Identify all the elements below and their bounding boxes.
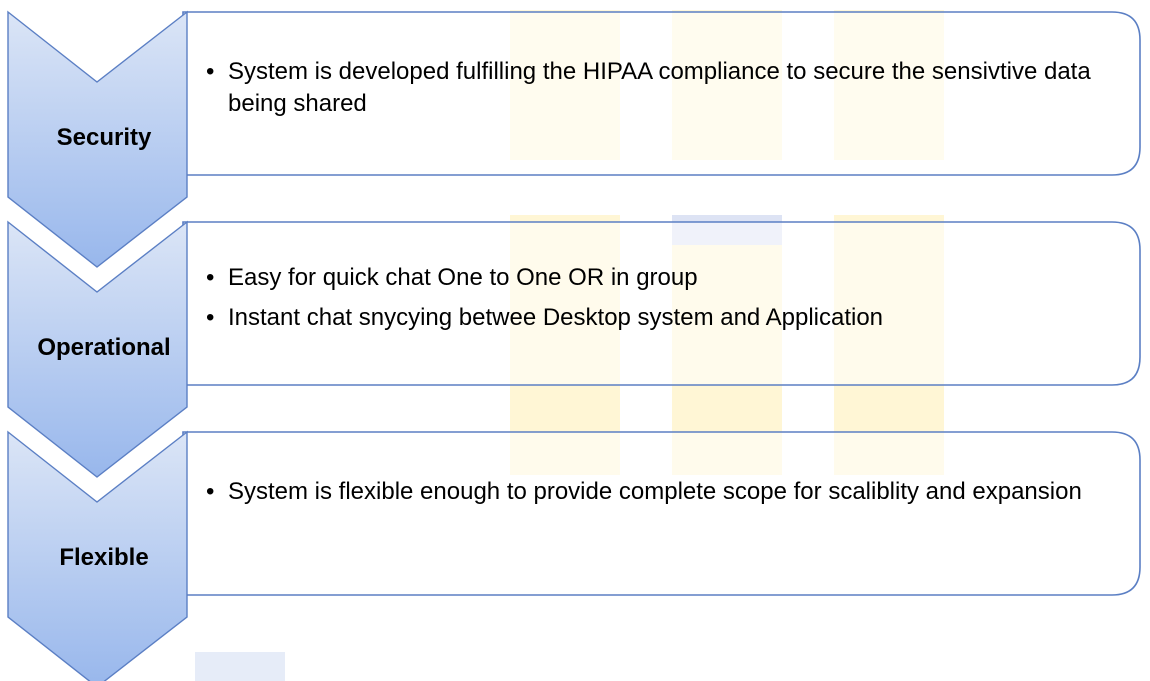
step-description: System is flexible enough to provide com… <box>205 476 1135 516</box>
step-description: System is developed fulfilling the HIPAA… <box>205 56 1135 128</box>
bullet-item: System is flexible enough to provide com… <box>205 476 1135 508</box>
process-diagram: Security System is developed fulfilling t… <box>0 0 1150 681</box>
step-label: Flexible <box>59 544 149 571</box>
step-label: Operational <box>37 334 171 361</box>
step-description: Easy for quick chat One to One OR in gro… <box>205 262 1135 342</box>
bullet-item: Instant chat snycying betwee Desktop sys… <box>205 302 1135 334</box>
watermark-block <box>195 652 285 681</box>
bullet-item: Easy for quick chat One to One OR in gro… <box>205 262 1135 294</box>
bullet-item: System is developed fulfilling the HIPAA… <box>205 56 1135 120</box>
step-label: Security <box>56 124 152 151</box>
